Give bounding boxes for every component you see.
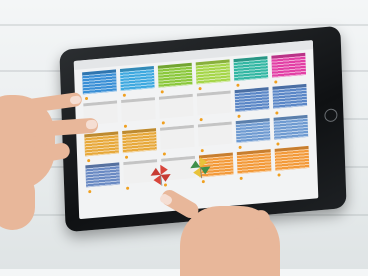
tile-status-dot bbox=[122, 93, 126, 97]
tile-status-dot bbox=[238, 145, 242, 149]
tile-lines bbox=[272, 86, 308, 109]
calendar-tile[interactable] bbox=[85, 162, 121, 188]
tile-status-dot bbox=[161, 121, 165, 125]
tile-lines bbox=[236, 152, 272, 175]
tile-lines bbox=[121, 100, 156, 122]
tile-status-dot bbox=[277, 173, 281, 177]
calendar-tile[interactable] bbox=[157, 62, 193, 88]
tile-status-dot bbox=[239, 176, 243, 180]
tile-lines bbox=[274, 148, 310, 171]
home-button[interactable] bbox=[324, 108, 338, 123]
tile-lines bbox=[159, 97, 194, 119]
calendar-tile[interactable] bbox=[233, 56, 269, 82]
tile-status-dot bbox=[88, 189, 92, 194]
calendar-tile[interactable] bbox=[234, 87, 270, 113]
tile-lines bbox=[122, 131, 157, 154]
tile-lines bbox=[235, 121, 271, 144]
tile-status-dot bbox=[123, 124, 128, 128]
pinwheel-yellow-icon bbox=[190, 157, 211, 179]
tile-status-dot bbox=[200, 149, 204, 153]
calendar-tile[interactable] bbox=[195, 59, 231, 85]
tile-lines bbox=[84, 134, 119, 157]
tablet-device bbox=[59, 25, 347, 233]
tile-status-dot bbox=[124, 155, 129, 159]
calendar-tile[interactable] bbox=[271, 52, 307, 78]
tile-status-dot bbox=[87, 158, 91, 163]
tile-status-dot bbox=[276, 142, 280, 146]
tile-lines bbox=[198, 124, 233, 146]
calendar-tile[interactable] bbox=[122, 128, 157, 154]
tile-status-dot bbox=[237, 114, 241, 118]
calendar-tile[interactable] bbox=[84, 131, 119, 157]
tile-status-dot bbox=[274, 80, 278, 84]
calendar-tile[interactable] bbox=[121, 97, 156, 123]
tile-status-dot bbox=[126, 186, 130, 190]
tile-status-dot bbox=[160, 90, 164, 94]
tile-lines bbox=[160, 128, 195, 150]
pinwheel-red-icon bbox=[150, 164, 171, 186]
calendar-tile[interactable] bbox=[236, 149, 272, 175]
tile-lines bbox=[195, 62, 231, 85]
calendar-tile[interactable] bbox=[235, 118, 271, 144]
calendar-tile[interactable] bbox=[197, 121, 233, 147]
tile-status-dot bbox=[199, 117, 203, 122]
calendar-tile[interactable] bbox=[196, 90, 232, 116]
calendar-tile[interactable] bbox=[158, 93, 194, 119]
tile-lines bbox=[271, 55, 307, 78]
tile-lines bbox=[157, 65, 193, 88]
tile-status-dot bbox=[84, 96, 89, 101]
tile-status-dot bbox=[162, 152, 166, 156]
tile-lines bbox=[82, 72, 117, 95]
tile-lines bbox=[197, 93, 232, 115]
tile-lines bbox=[85, 165, 121, 188]
calendar-tile[interactable] bbox=[119, 66, 155, 92]
tablet-screen[interactable] bbox=[73, 40, 319, 220]
tile-status-dot bbox=[201, 180, 205, 184]
calendar-tile[interactable] bbox=[273, 114, 309, 140]
tile-status-dot bbox=[275, 111, 279, 115]
tile-lines bbox=[120, 69, 155, 92]
calendar-tile[interactable] bbox=[159, 124, 195, 150]
tile-status-dot bbox=[236, 83, 240, 87]
tile-lines bbox=[233, 59, 269, 82]
tile-status-dot bbox=[198, 86, 202, 91]
tile-lines bbox=[234, 90, 270, 113]
calendar-tile[interactable] bbox=[82, 69, 117, 95]
calendar-tile[interactable] bbox=[272, 83, 308, 109]
calendar-tile[interactable] bbox=[274, 145, 310, 171]
tile-lines bbox=[273, 117, 309, 140]
